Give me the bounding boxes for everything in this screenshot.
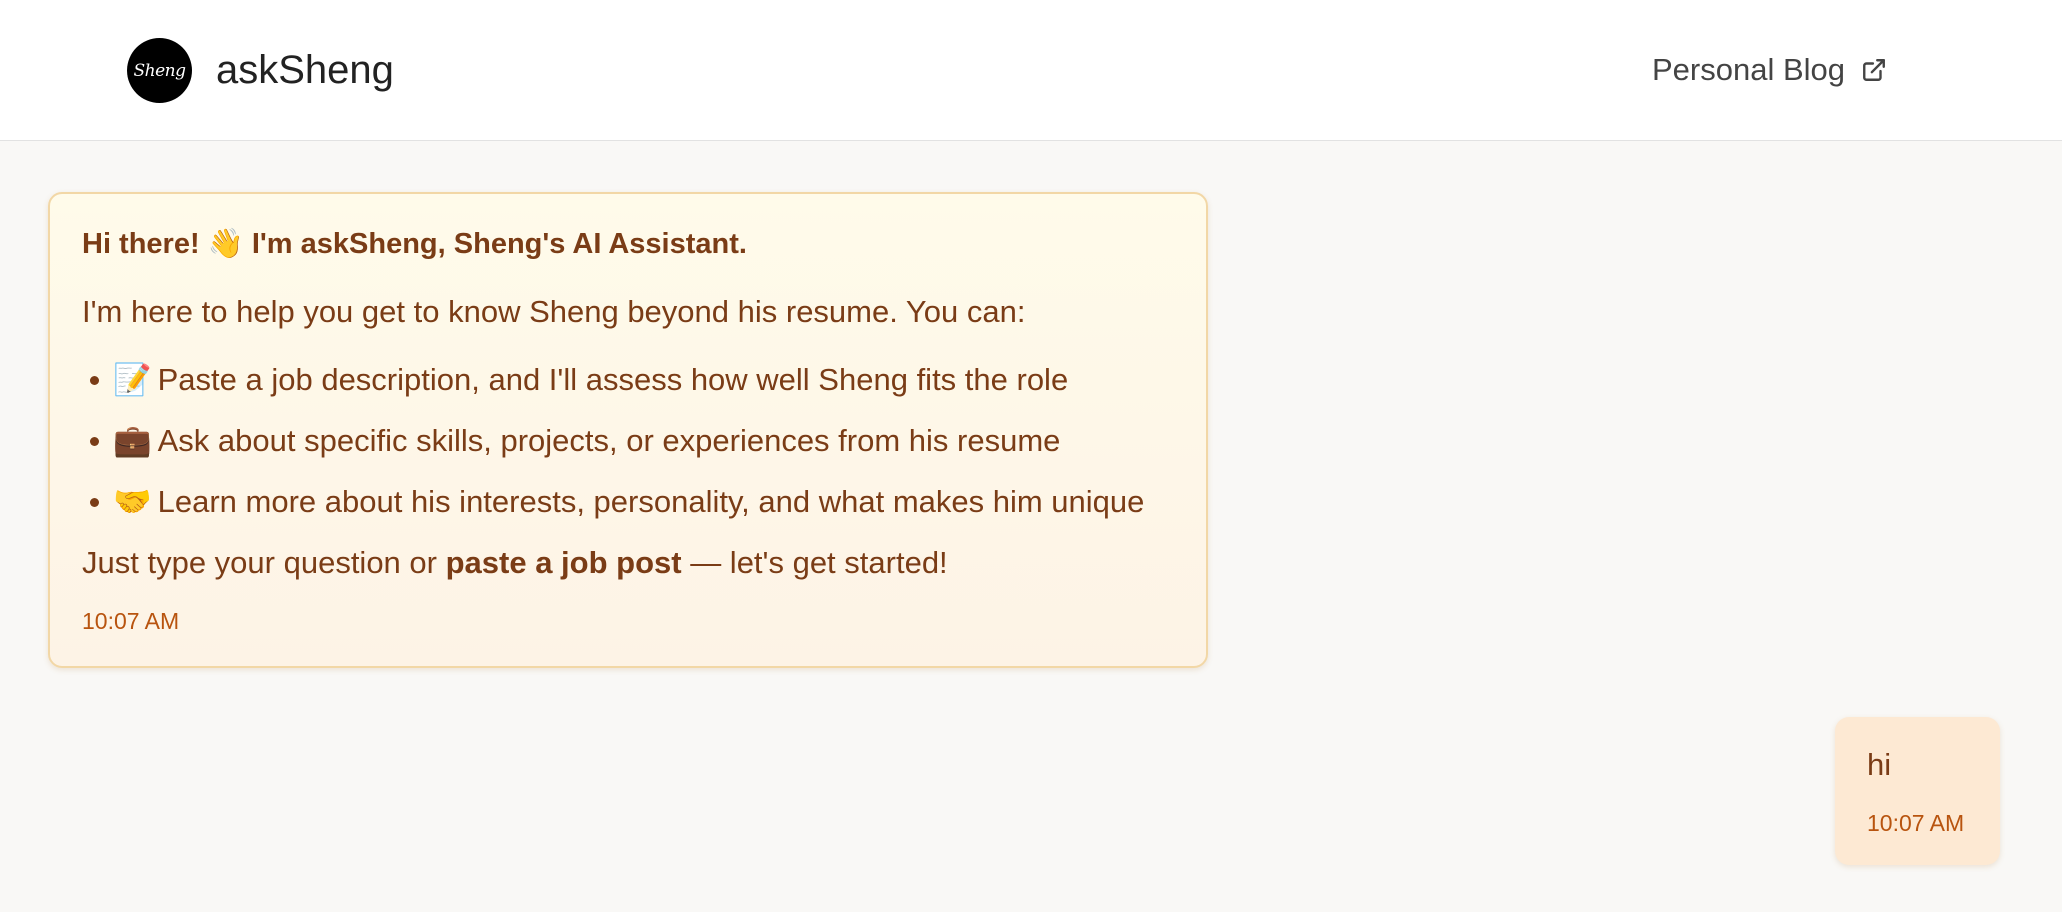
user-message: hi 10:07 AM	[1835, 717, 2000, 865]
outro-text-end: — let's get started!	[681, 545, 948, 580]
app-title: askSheng	[216, 48, 394, 92]
blog-link-label: Personal Blog	[1651, 52, 1845, 87]
assistant-outro-text: Just type your question or paste a job p…	[82, 543, 1206, 583]
memo-emoji-icon: 📝	[113, 362, 152, 397]
assistant-capabilities-list: 📝 Paste a job description, and I'll asse…	[82, 360, 1206, 522]
bullet-dot	[90, 497, 99, 507]
list-item-text: Ask about specific skills, projects, or …	[157, 423, 1061, 458]
app-header: Sheng askSheng Personal Blog	[0, 0, 2062, 141]
list-item: 💼 Ask about specific skills, projects, o…	[82, 421, 1206, 461]
assistant-greeting-heading: Hi there! 👋 I'm askSheng, Sheng's AI Ass…	[82, 228, 747, 260]
handshake-emoji-icon: 🤝	[113, 484, 152, 519]
external-link-icon	[1861, 57, 1887, 83]
avatar-logo: Sheng	[127, 38, 192, 103]
personal-blog-link[interactable]: Personal Blog	[1652, 50, 1887, 90]
assistant-intro-text: I'm here to help you get to know Sheng b…	[82, 294, 1026, 329]
list-item: 🤝 Learn more about his interests, person…	[82, 482, 1206, 522]
assistant-message-timestamp: 10:07 AM	[82, 608, 180, 634]
user-message-timestamp: 10:07 AM	[1867, 810, 1965, 836]
list-item: 📝 Paste a job description, and I'll asse…	[82, 360, 1206, 400]
briefcase-emoji-icon: 💼	[113, 423, 152, 458]
list-item-text: Learn more about his interests, personal…	[157, 484, 1145, 519]
outro-text-bold: paste a job post	[445, 545, 682, 580]
bullet-dot	[90, 375, 99, 385]
assistant-message: Hi there! 👋 I'm askSheng, Sheng's AI Ass…	[48, 192, 1208, 668]
outro-text-start: Just type your question or	[82, 545, 446, 580]
bullet-dot	[90, 436, 99, 446]
user-message-text: hi	[1867, 747, 1892, 782]
list-item-text: Paste a job description, and I'll assess…	[157, 362, 1069, 397]
